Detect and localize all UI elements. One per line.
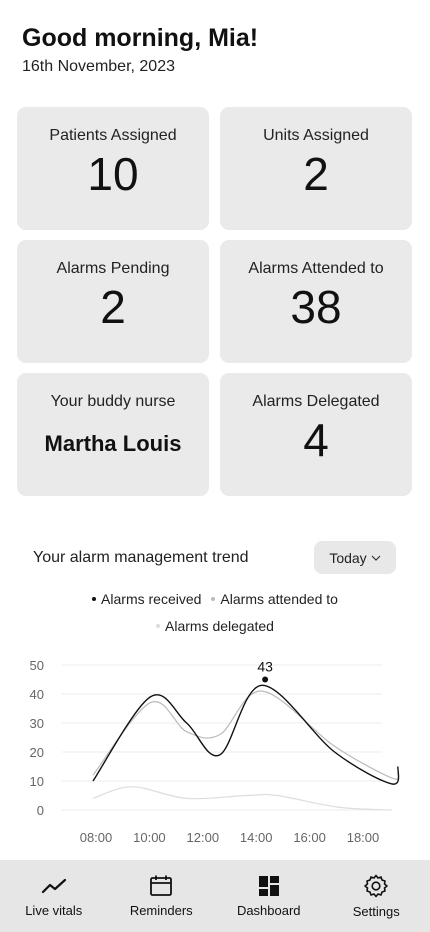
trend-icon xyxy=(41,878,66,893)
nav-label: Settings xyxy=(352,903,400,919)
nav-label: Reminders xyxy=(129,902,193,918)
stat-value: 2 xyxy=(303,148,329,200)
nav-item-live-vitals[interactable]: Live vitals xyxy=(4,875,104,918)
x-tick-label: 08:00 xyxy=(80,830,113,845)
nav-item-settings[interactable]: Settings xyxy=(326,874,426,919)
y-tick-label: 20 xyxy=(30,745,44,760)
nav-label: Live vitals xyxy=(25,902,83,918)
nav-label: Dashboard xyxy=(236,902,301,918)
legend-item: Alarms attended to xyxy=(211,591,338,607)
trend-title: Your alarm management trend xyxy=(33,549,249,566)
series-line xyxy=(92,786,392,811)
peak-marker xyxy=(262,676,269,683)
period-select[interactable]: Today xyxy=(314,541,396,574)
series-line xyxy=(92,690,400,780)
y-tick-label: 0 xyxy=(37,803,44,818)
chart-legend-row: Alarms received Alarms attended to xyxy=(0,591,430,607)
legend-label: Alarms delegated xyxy=(165,618,274,634)
x-tick-label: 12:00 xyxy=(187,830,220,845)
y-tick-label: 10 xyxy=(30,774,44,789)
stat-label: Alarms Attended to xyxy=(248,260,384,277)
nav-item-reminders[interactable]: Reminders xyxy=(111,875,211,918)
stat-card-alarms-attended[interactable]: Alarms Attended to 38 xyxy=(220,240,412,363)
stat-value: 38 xyxy=(290,281,342,333)
stat-label: Patients Assigned xyxy=(49,127,177,144)
period-select-label: Today xyxy=(329,549,367,566)
legend-label: Alarms received xyxy=(101,591,202,607)
series-line xyxy=(92,684,400,785)
stat-card-alarms-pending[interactable]: Alarms Pending 2 xyxy=(17,240,209,363)
stat-label: Alarms Delegated xyxy=(252,393,380,410)
stat-label: Units Assigned xyxy=(263,127,369,144)
stat-label: Your buddy nurse xyxy=(50,393,176,410)
alarm-trend-chart: 0 10 20 30 40 50 08:00 10:00 12:00 14:00 16:00 18:0… xyxy=(30,658,400,845)
buddy-nurse-name: Martha Louis xyxy=(44,431,182,456)
calendar-icon xyxy=(150,875,173,896)
peak-label: 43 xyxy=(257,659,273,675)
dashboard-icon xyxy=(258,875,279,896)
bottom-nav: Live vitals Reminders Dashboard Settings xyxy=(0,860,430,932)
stat-card-buddy-nurse[interactable]: Your buddy nurse Martha Louis xyxy=(17,373,209,496)
stat-card-patients-assigned[interactable]: Patients Assigned 10 xyxy=(17,107,209,230)
chevron-down-icon xyxy=(371,555,381,561)
legend-dot xyxy=(156,624,161,628)
x-tick-label: 16:00 xyxy=(293,830,326,845)
stat-value: 10 xyxy=(87,148,139,200)
x-tick-label: 14:00 xyxy=(240,830,273,845)
stat-value: 2 xyxy=(100,281,126,333)
gear-icon xyxy=(364,874,389,897)
stat-card-units-assigned[interactable]: Units Assigned 2 xyxy=(220,107,412,230)
x-tick-label: 10:00 xyxy=(133,830,166,845)
nav-item-dashboard[interactable]: Dashboard xyxy=(219,875,319,918)
legend-dot xyxy=(92,597,97,601)
legend-label: Alarms attended to xyxy=(220,591,338,607)
stat-label: Alarms Pending xyxy=(56,260,170,277)
date-label: 16th November, 2023 xyxy=(22,58,175,75)
greeting-title: Good morning, Mia! xyxy=(22,24,259,52)
y-tick-label: 30 xyxy=(30,716,44,731)
stat-card-alarms-delegated[interactable]: Alarms Delegated 4 xyxy=(220,373,412,496)
legend-dot xyxy=(211,597,216,601)
y-tick-label: 40 xyxy=(30,687,44,702)
legend-item: Alarms delegated xyxy=(156,618,274,634)
y-tick-label: 50 xyxy=(30,658,44,673)
legend-item: Alarms received xyxy=(92,591,201,607)
x-tick-label: 18:00 xyxy=(347,830,380,845)
stat-value: 4 xyxy=(303,414,329,466)
chart-legend-row: Alarms delegated xyxy=(0,618,430,634)
